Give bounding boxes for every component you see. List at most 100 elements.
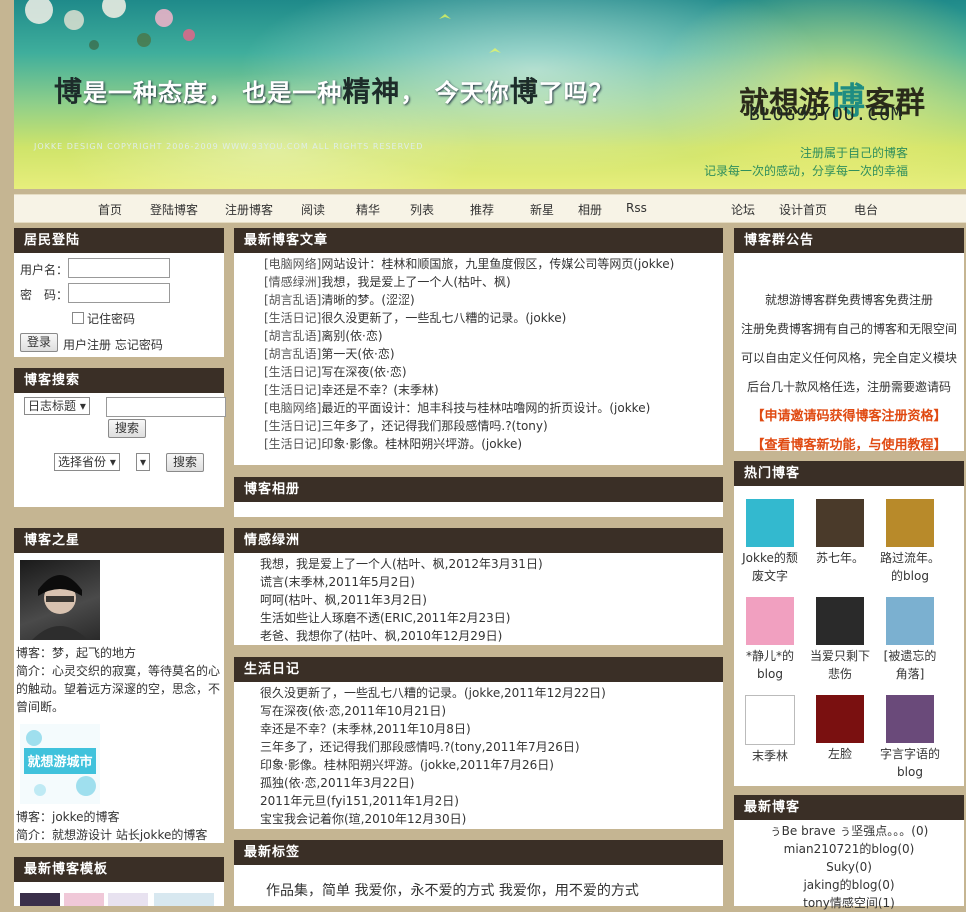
article-category[interactable]: [胡言乱语]	[264, 347, 321, 361]
hot-blog-item[interactable]: 当爱只剩下悲伤	[810, 597, 870, 683]
article-item[interactable]: [生活日记]很久没更新了，一些乱七八糟的记录。(jokke)	[264, 309, 719, 327]
newest-blog[interactable]: jaking的blog(0)	[734, 876, 964, 894]
diary-post[interactable]: 很久没更新了，一些乱七八糟的记录。(jokke,2011年12月22日)	[260, 684, 720, 702]
diary-post[interactable]: 写在深夜(依·恋,2011年10月21日)	[260, 702, 720, 720]
remember-checkbox[interactable]	[72, 312, 84, 324]
article-item[interactable]: [电脑网络]网站设计：桂林和顺国旅，九里鱼度假区，传媒公司等网页(jokke)	[264, 255, 719, 273]
diary-post[interactable]: 孤独(依·恋,2011年3月22日)	[260, 774, 720, 792]
article-item[interactable]: [生活日记]三年多了，还记得我们那段感情吗.?(tony)	[264, 417, 719, 435]
hot-blog-avatar[interactable]	[746, 499, 794, 547]
article-category[interactable]: [生活日记]	[264, 419, 321, 433]
template-thumb[interactable]	[20, 893, 60, 906]
diary-post[interactable]: 宝宝我会记着你(瑄,2010年12月30日)	[260, 810, 720, 828]
hot-blog-avatar[interactable]	[746, 597, 794, 645]
article-title[interactable]: 清晰的梦。(涩涩)	[321, 293, 414, 307]
remember-password[interactable]: 记住密码	[72, 310, 135, 327]
forgot-password-link[interactable]: 忘记密码	[115, 338, 163, 352]
article-category[interactable]: [胡言乱语]	[264, 293, 321, 307]
article-item[interactable]: [生活日记]写在深夜(依·恋)	[264, 363, 719, 381]
article-item[interactable]: [生活日记]印象·影像。桂林阳朔兴坪游。(jokke)	[264, 435, 719, 453]
hot-blog-name[interactable]: 路过流年。的blog	[880, 549, 940, 585]
article-category[interactable]: [情感绿洲]	[264, 275, 321, 289]
province-search-button[interactable]: 搜索	[166, 453, 205, 472]
hot-blog-avatar[interactable]	[816, 597, 864, 645]
hot-blog-avatar[interactable]	[816, 695, 864, 743]
article-item[interactable]: [电脑网络]最近的平面设计：旭丰科技与桂林咕噜网的折页设计。(jokke)	[264, 399, 719, 417]
nav-album[interactable]: 相册	[578, 201, 602, 218]
nav-forum[interactable]: 论坛	[731, 201, 755, 218]
hot-blog-item[interactable]: *静儿*的blog	[740, 597, 800, 683]
hot-blog-avatar[interactable]	[745, 695, 795, 745]
hot-blog-name[interactable]: [被遗忘的角落]	[880, 647, 940, 683]
newest-blog[interactable]: tony情感空间(1)	[734, 894, 964, 912]
nav-login-blog[interactable]: 登陆博客	[150, 201, 198, 218]
diary-post[interactable]: 三年多了，还记得我们那段感情吗.?(tony,2011年7月26日)	[260, 738, 720, 756]
hot-blog-item[interactable]: 苏七年。	[810, 499, 870, 567]
diary-post[interactable]: 幸还是不幸？(末季林,2011年10月8日)	[260, 720, 720, 738]
article-category[interactable]: [生活日记]	[264, 365, 321, 379]
star-avatar-1[interactable]	[20, 560, 100, 640]
hot-blog-item[interactable]: 字言字语的blog	[880, 695, 940, 781]
article-item[interactable]: [生活日记]幸还是不幸？(末季林)	[264, 381, 719, 399]
template-thumb[interactable]	[154, 893, 214, 906]
username-input[interactable]	[68, 258, 170, 278]
nav-rss[interactable]: Rss	[626, 201, 647, 215]
article-title[interactable]: 写在深夜(依·恋)	[321, 365, 406, 379]
nav-recommend[interactable]: 推荐	[470, 201, 494, 218]
new-features-link[interactable]: 【查看博客新功能，与使用教程】	[734, 431, 964, 460]
emotion-post[interactable]: 生活如些让人琢磨不透(ERIC,2011年2月23日)	[260, 609, 720, 627]
article-category[interactable]: [生活日记]	[264, 311, 321, 325]
diary-post[interactable]: 印象·影像。桂林阳朔兴坪游。(jokke,2011年7月26日)	[260, 756, 720, 774]
province-select[interactable]: 选择省份 ▾	[54, 453, 120, 471]
article-category[interactable]: [生活日记]	[264, 437, 321, 451]
password-input[interactable]	[68, 283, 170, 303]
article-title[interactable]: 幸还是不幸？(末季林)	[321, 383, 438, 397]
hot-blog-avatar[interactable]	[816, 499, 864, 547]
hot-blog-item[interactable]: 路过流年。的blog	[880, 499, 940, 585]
tag-cloud[interactable]: 作品集，简单 我爱你，永不爱的方式 我爱你，用不爱的方式	[266, 880, 639, 900]
article-title[interactable]: 很久没更新了，一些乱七八糟的记录。(jokke)	[321, 311, 566, 325]
newest-blog[interactable]: mian210721的blog(0)	[734, 840, 964, 858]
hot-blog-name[interactable]: 当爱只剩下悲伤	[810, 647, 870, 683]
hot-blog-avatar[interactable]	[886, 695, 934, 743]
star-1-name[interactable]: 博客：梦，起飞的地方	[16, 644, 222, 662]
article-title[interactable]: 网站设计：桂林和顺国旅，九里鱼度假区，传媒公司等网页(jokke)	[321, 257, 674, 271]
article-item[interactable]: [情感绿洲]我想，我是爱上了一个人(枯叶、枫)	[264, 273, 719, 291]
star-2-name[interactable]: 博客：jokke的博客	[16, 808, 222, 826]
hot-blog-item[interactable]: 末季林	[740, 695, 800, 765]
hot-blog-name[interactable]: Jokke的颓废文字	[740, 549, 800, 585]
hot-blog-name[interactable]: 左脸	[810, 745, 870, 763]
nav-register-blog[interactable]: 注册博客	[225, 201, 273, 218]
emotion-post[interactable]: 谎言(末季林,2011年5月2日)	[260, 573, 720, 591]
apply-invite-code-link[interactable]: 【申请邀请码获得博客注册资格】	[734, 402, 964, 431]
nav-new-stars[interactable]: 新星	[530, 201, 554, 218]
login-button[interactable]: 登录	[20, 333, 59, 352]
nav-read[interactable]: 阅读	[301, 201, 325, 218]
article-category[interactable]: [电脑网络]	[264, 257, 321, 271]
hot-blog-item[interactable]: Jokke的颓废文字	[740, 499, 800, 585]
hot-blog-name[interactable]: 末季林	[740, 747, 800, 765]
article-title[interactable]: 最近的平面设计：旭丰科技与桂林咕噜网的折页设计。(jokke)	[321, 401, 650, 415]
hot-blog-item[interactable]: [被遗忘的角落]	[880, 597, 940, 683]
newest-blog[interactable]: Suky(0)	[734, 858, 964, 876]
article-item[interactable]: [胡言乱语]离别(依·恋)	[264, 327, 719, 345]
nav-featured[interactable]: 精华	[356, 201, 380, 218]
article-item[interactable]: [胡言乱语]清晰的梦。(涩涩)	[264, 291, 719, 309]
article-title[interactable]: 离别(依·恋)	[321, 329, 382, 343]
emotion-post[interactable]: 呵呵(枯叶、枫,2011年3月2日)	[260, 591, 720, 609]
hot-blog-item[interactable]: 左脸	[810, 695, 870, 763]
search-input[interactable]	[106, 397, 226, 417]
article-title[interactable]: 第一天(依·恋)	[321, 347, 394, 361]
hot-blog-name[interactable]: *静儿*的blog	[740, 647, 800, 683]
city-select[interactable]: ▾	[136, 453, 151, 471]
article-category[interactable]: [电脑网络]	[264, 401, 321, 415]
emotion-post[interactable]: 老爸、我想你了(枯叶、枫,2010年12月29日)	[260, 627, 720, 645]
emotion-post[interactable]: 我想，我是爱上了一个人(枯叶、枫,2012年3月31日)	[260, 555, 720, 573]
newest-blog[interactable]: ぅBe brave ぅ坚强点。。。(0)	[734, 822, 964, 840]
article-title[interactable]: 三年多了，还记得我们那段感情吗.?(tony)	[321, 419, 547, 433]
hot-blog-name[interactable]: 字言字语的blog	[880, 745, 940, 781]
template-thumb[interactable]	[64, 893, 104, 906]
nav-home[interactable]: 首页	[98, 201, 122, 218]
template-thumb[interactable]	[108, 893, 148, 906]
hot-blog-name[interactable]: 苏七年。	[810, 549, 870, 567]
